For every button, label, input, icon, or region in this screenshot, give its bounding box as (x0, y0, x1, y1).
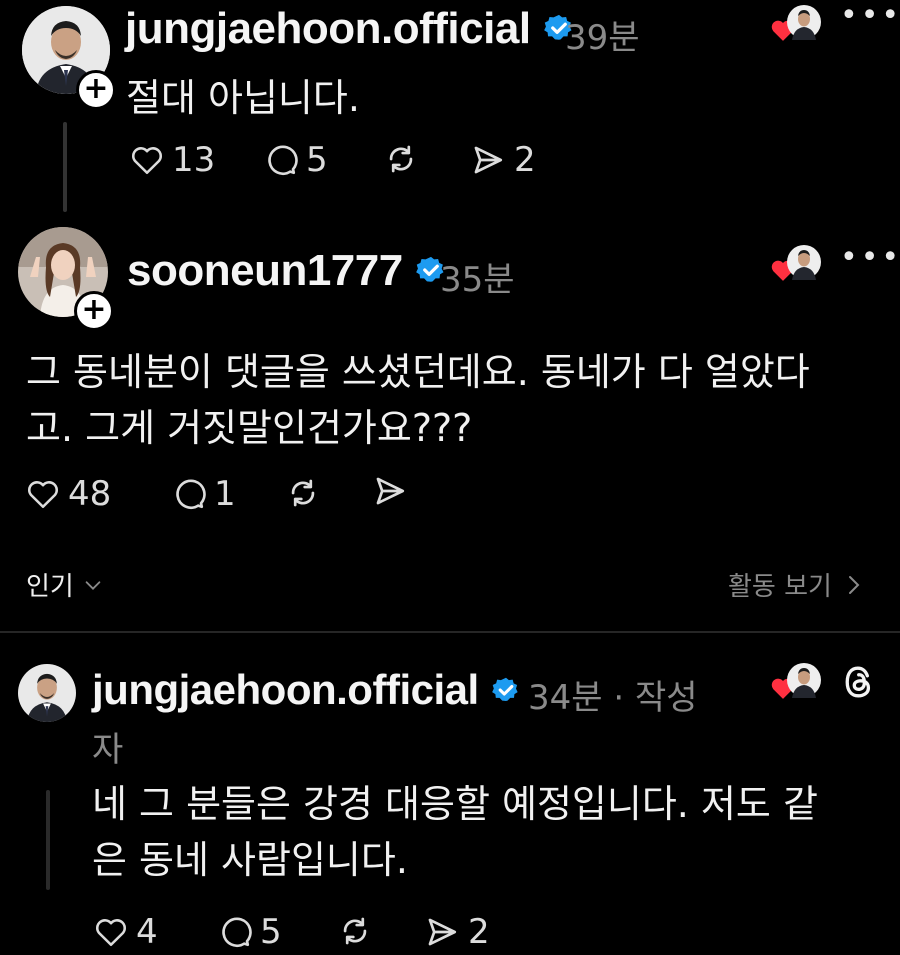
share-icon (428, 918, 457, 946)
username[interactable]: sooneun1777 (127, 246, 446, 296)
more-icon[interactable]: ••• (840, 0, 900, 33)
post-text-line-2: 고. 그게 거짓말인건가요??? (26, 406, 473, 450)
username[interactable]: jungjaehoon.official (92, 666, 520, 714)
post-text-line-1: 그 동네분이 댓글을 쓰셨던데요. 동네가 다 얼았다 (26, 350, 810, 394)
share-count: 2 (514, 140, 536, 180)
repost-button[interactable] (338, 914, 372, 948)
view-activity-link[interactable]: 활동 보기 (728, 566, 864, 603)
repost-icon (343, 917, 367, 945)
avatar-jungjaehoon[interactable] (18, 664, 76, 722)
repost-icon (389, 145, 413, 173)
thread-line (46, 790, 50, 890)
more-icon[interactable]: ••• (840, 240, 900, 275)
comment-icon (222, 917, 252, 947)
share-icon (376, 477, 405, 505)
view-activity-label: 활동 보기 (728, 572, 832, 602)
comment-button[interactable]: 5 (218, 912, 282, 952)
heart-icon (132, 147, 162, 175)
post-time: 39분 (565, 18, 640, 58)
post-time-wrap: 자 (92, 730, 124, 770)
sort-dropdown[interactable]: 인기 (26, 566, 104, 603)
like-button[interactable]: 48 (26, 474, 111, 514)
post-text-line-2: 은 동네 사람입니다. (92, 838, 408, 882)
comment-button[interactable]: 1 (172, 474, 236, 514)
like-count: 13 (172, 140, 216, 180)
like-count: 4 (136, 912, 158, 952)
reply-count: 5 (306, 140, 328, 180)
chevron-right-icon (848, 575, 860, 594)
share-button[interactable] (372, 474, 408, 508)
post-time: 35분 (440, 260, 515, 300)
repost-button[interactable] (286, 476, 320, 510)
liker-avatar (787, 663, 821, 698)
reply-count: 1 (214, 474, 236, 514)
username[interactable]: jungjaehoon.official (125, 4, 574, 54)
comment-icon (268, 145, 298, 175)
chevron-down-icon (85, 580, 101, 590)
post-time: 34분 · 작성 (528, 678, 698, 718)
comment-button[interactable]: 5 (264, 140, 328, 180)
repost-icon (291, 479, 315, 507)
verified-badge-icon (491, 677, 518, 701)
share-button[interactable]: 2 (470, 140, 536, 180)
heart-icon (28, 481, 58, 509)
comment-icon (176, 479, 206, 509)
like-button[interactable]: 4 (94, 912, 158, 952)
repost-button[interactable] (384, 142, 418, 176)
like-count: 48 (68, 474, 112, 514)
share-count: 2 (468, 912, 490, 952)
like-button[interactable]: 13 (130, 140, 215, 180)
section-divider (0, 631, 900, 633)
sort-label: 인기 (26, 572, 74, 602)
threads-logo-icon[interactable] (842, 664, 876, 700)
thread-line (63, 122, 67, 212)
post-text-line-1: 네 그 분들은 강경 대응할 예정입니다. 저도 같 (92, 782, 818, 826)
post-text: 절대 아닙니다. (126, 76, 360, 120)
liker-avatar (787, 245, 821, 280)
liker-avatar (787, 5, 821, 40)
share-button[interactable]: 2 (424, 912, 490, 952)
follow-plus-button[interactable]: + (76, 70, 116, 110)
follow-plus-button[interactable]: + (74, 291, 114, 331)
heart-icon (96, 919, 126, 947)
reply-count: 5 (260, 912, 282, 952)
share-icon (474, 146, 503, 174)
